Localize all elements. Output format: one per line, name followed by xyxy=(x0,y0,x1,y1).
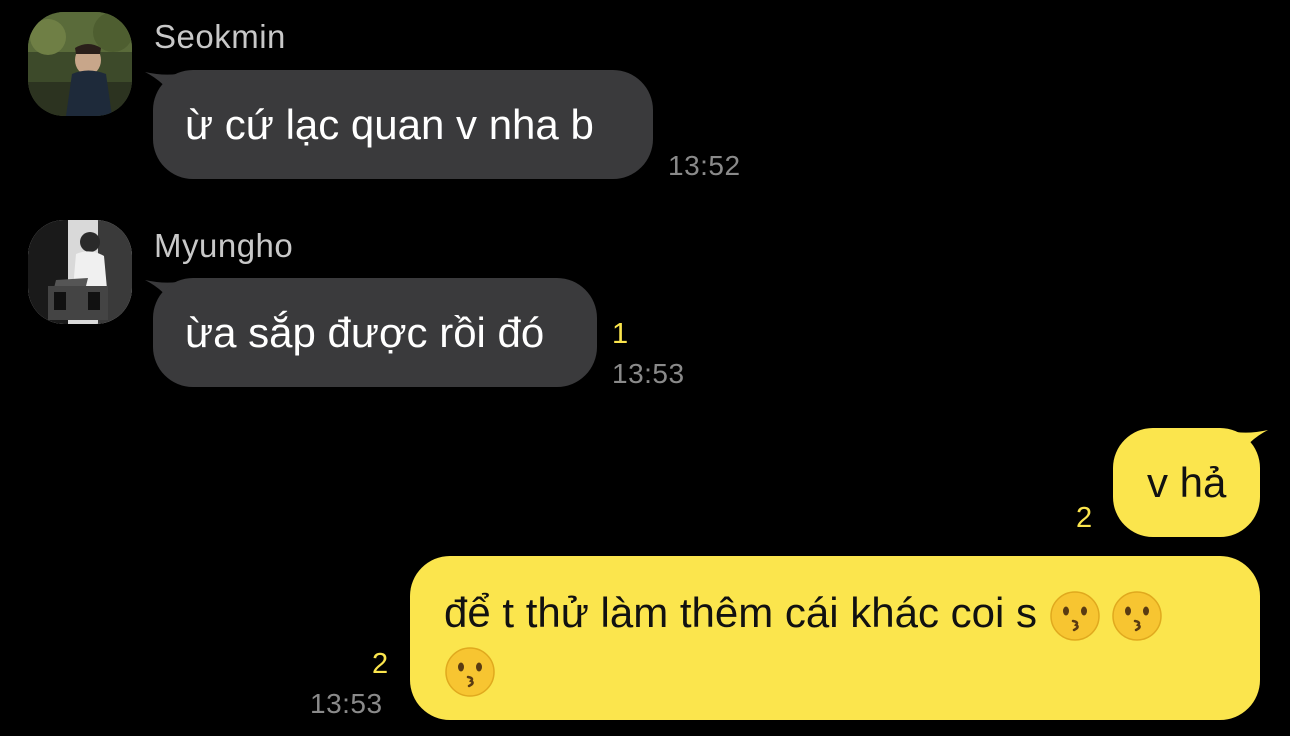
message-text: để t thử làm thêm cái khác coi s xyxy=(444,589,1038,636)
avatar-myungho[interactable] xyxy=(28,220,132,324)
message-text: ừ cứ lạc quan v nha b xyxy=(185,101,594,148)
message-bubble-incoming[interactable]: ừ cứ lạc quan v nha b xyxy=(153,70,653,179)
message-bubble-outgoing[interactable]: để t thử làm thêm cái khác coi s xyxy=(410,556,1260,720)
sender-name: Seokmin xyxy=(154,18,286,55)
message-text: ừa sắp được rồi đó xyxy=(185,309,545,356)
unread-count: 2 xyxy=(1076,502,1093,534)
sender-name: Myungho xyxy=(154,227,294,264)
kissing-face-emoji-icon xyxy=(1111,590,1163,642)
unread-count: 2 xyxy=(372,648,389,680)
profile-photo-monochrome-icon xyxy=(28,220,132,324)
message-bubble-outgoing[interactable]: v hả xyxy=(1113,428,1260,537)
profile-photo-outdoor-icon xyxy=(28,12,132,116)
unread-count: 1 xyxy=(612,318,629,350)
message-timestamp: 13:53 xyxy=(310,688,383,719)
kissing-face-emoji-icon xyxy=(1049,590,1101,642)
avatar-seokmin[interactable] xyxy=(28,12,132,116)
message-timestamp: 13:53 xyxy=(612,358,685,389)
message-bubble-incoming[interactable]: ừa sắp được rồi đó xyxy=(153,278,597,387)
message-timestamp: 13:52 xyxy=(668,150,741,181)
kissing-face-emoji-icon xyxy=(444,646,496,698)
message-text: v hả xyxy=(1147,459,1227,506)
